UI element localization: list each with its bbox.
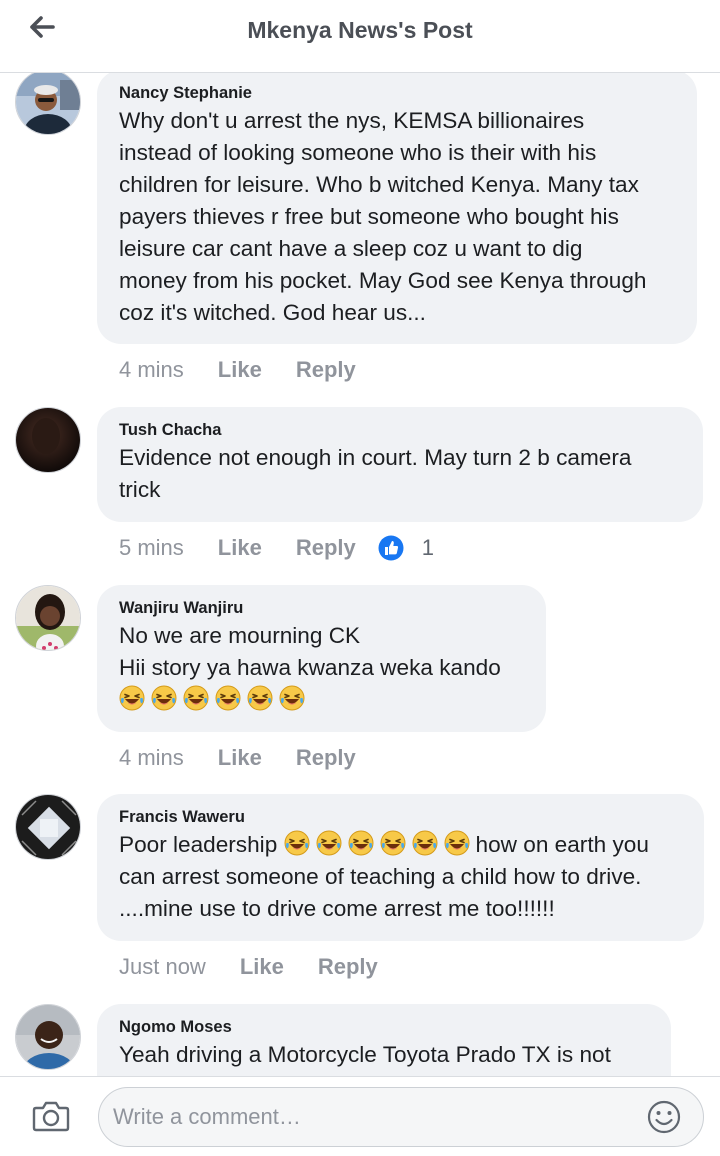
top-bar: Mkenya News's Post xyxy=(0,0,720,73)
like-button[interactable]: Like xyxy=(218,357,262,383)
like-button[interactable]: Like xyxy=(218,535,262,561)
comment-bubble: Nancy Stephanie Why don't u arrest the n… xyxy=(97,73,697,344)
comment-bubble: Tush Chacha Evidence not enough in court… xyxy=(97,407,703,522)
avatar[interactable] xyxy=(15,794,81,860)
laughing-emoji-icon xyxy=(151,685,177,711)
comment-text-line: children for leisure. Who b witched Keny… xyxy=(119,172,639,197)
like-button[interactable]: Like xyxy=(240,954,284,980)
comment-bubble: Ngomo Moses Yeah driving a Motorcycle To… xyxy=(97,1004,671,1076)
comment-author[interactable]: Nancy Stephanie xyxy=(119,83,675,103)
comment-text: Evidence not enough in court. May turn 2… xyxy=(119,442,681,506)
laughing-emoji-icon xyxy=(284,830,310,856)
avatar[interactable] xyxy=(15,1004,81,1070)
comment-author[interactable]: Francis Waweru xyxy=(119,807,682,827)
comment-timestamp: 4 mins xyxy=(119,357,184,382)
reaction-summary[interactable]: 1 xyxy=(378,535,434,561)
comment-author[interactable]: Ngomo Moses xyxy=(119,1017,649,1037)
comment-bubble: Wanjiru Wanjiru No we are mourning CK Hi… xyxy=(97,585,546,732)
reaction-count: 1 xyxy=(421,535,434,560)
comment-text-line: money from his pocket. May God see Kenya… xyxy=(119,268,647,293)
thumbs-up-icon xyxy=(378,535,404,561)
avatar[interactable] xyxy=(15,407,81,473)
comment-author[interactable]: Tush Chacha xyxy=(119,420,681,440)
comment-text-line: Poor leadership how on earth you xyxy=(119,829,682,861)
comment-text-line: No we are mourning CK xyxy=(119,623,361,648)
comment-list: Nancy Stephanie Why don't u arrest the n… xyxy=(0,73,720,1076)
comment-text-line: instead of looking someone who is their … xyxy=(119,140,597,165)
reply-button[interactable]: Reply xyxy=(318,954,378,980)
comment-text-line: payers thieves r free but someone who bo… xyxy=(119,204,619,229)
comment-text-line: leisure car cant have a sleep coz u want… xyxy=(119,236,583,261)
camera-button[interactable] xyxy=(32,1099,70,1133)
comment-text-line: can arrest someone of teaching a child h… xyxy=(119,864,642,889)
comment-text-line: Why don't u arrest the nys, KEMSA billio… xyxy=(119,108,585,133)
laughing-emoji-icon xyxy=(247,685,273,711)
comment-text-segment: how on earth you xyxy=(475,832,649,857)
comment-text-line: ....mine use to drive come arrest me too… xyxy=(119,896,555,921)
comment-text: No we are mourning CK Hii story ya hawa … xyxy=(119,620,524,716)
comment-timestamp: 5 mins xyxy=(119,535,184,560)
laughing-emoji-icon xyxy=(183,685,209,711)
comment-author[interactable]: Wanjiru Wanjiru xyxy=(119,598,524,618)
laughing-emoji-icon xyxy=(412,830,438,856)
reply-button[interactable]: Reply xyxy=(296,357,356,383)
laughing-emoji-icon xyxy=(348,830,374,856)
comment-text-segment: Poor leadership xyxy=(119,832,284,857)
comment-composer xyxy=(0,1076,720,1156)
comment-text-line: Hii story ya hawa kwanza weka kando xyxy=(119,655,501,680)
comment-actions: 4 mins Like Reply xyxy=(119,355,356,385)
like-button[interactable]: Like xyxy=(218,745,262,771)
laughing-emoji-icon xyxy=(444,830,470,856)
page-title: Mkenya News's Post xyxy=(247,17,473,43)
comment-bubble: Francis Waweru Poor leadership how on ea… xyxy=(97,794,704,941)
laughing-emoji-icon xyxy=(215,685,241,711)
avatar[interactable] xyxy=(15,73,81,135)
laughing-emoji-icon xyxy=(119,685,145,711)
laughing-emoji-icon xyxy=(316,830,342,856)
comment-text: Why don't u arrest the nys, KEMSA billio… xyxy=(119,105,675,329)
laughing-emoji-icon xyxy=(380,830,406,856)
emoji-button[interactable] xyxy=(646,1099,682,1135)
comment-input[interactable] xyxy=(98,1087,704,1147)
comment-timestamp: 4 mins xyxy=(119,745,184,770)
comment-actions: Just now Like Reply xyxy=(119,952,378,982)
comment-timestamp: Just now xyxy=(119,954,206,979)
comment-text-line: coz it's witched. God hear us... xyxy=(119,300,426,325)
comment-text: Yeah driving a Motorcycle Toyota Prado T… xyxy=(119,1039,649,1071)
comment-actions: 4 mins Like Reply xyxy=(119,743,356,773)
comment-text-line: Evidence not enough in court. May turn 2… xyxy=(119,445,632,470)
comment-text: Poor leadership how on earth you can arr… xyxy=(119,829,682,925)
comment-actions: 5 mins Like Reply 1 xyxy=(119,533,434,563)
laughing-emoji-icon xyxy=(279,685,305,711)
emoji-line xyxy=(119,684,524,716)
reply-button[interactable]: Reply xyxy=(296,535,356,561)
comment-text-line: Yeah driving a Motorcycle Toyota Prado T… xyxy=(119,1042,611,1067)
avatar[interactable] xyxy=(15,585,81,651)
comment-text-line: trick xyxy=(119,477,161,502)
reply-button[interactable]: Reply xyxy=(296,745,356,771)
smiley-icon xyxy=(647,1100,681,1134)
camera-icon xyxy=(32,1101,70,1132)
